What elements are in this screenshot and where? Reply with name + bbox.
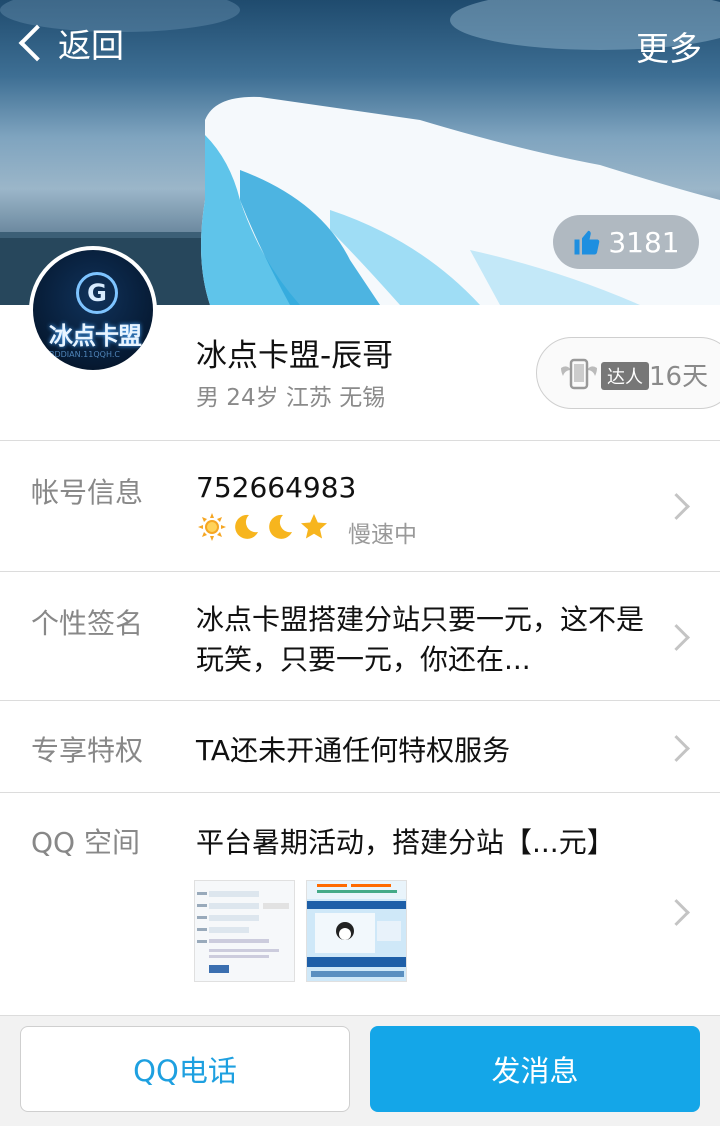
back-chevron-icon: [18, 24, 56, 62]
moon-icon: [269, 514, 292, 539]
account-info-label: 帐号信息: [31, 476, 144, 509]
like-count: 3181: [608, 225, 680, 259]
account-info-row[interactable]: 帐号信息: [0, 441, 720, 572]
more-button[interactable]: 更多: [636, 22, 702, 70]
talent-badge-button[interactable]: 达人 16天: [536, 337, 720, 409]
qq-call-button[interactable]: QQ电话: [20, 1026, 350, 1112]
winged-phone-icon: [561, 358, 597, 390]
chevron-right-icon: [663, 493, 690, 520]
avatar-text: 冰点卡盟: [49, 322, 142, 350]
send-message-button[interactable]: 发消息: [370, 1026, 700, 1112]
level-icons: [197, 512, 333, 542]
avatar-logo-letter: G: [76, 272, 118, 314]
profile-meta: 男 24岁 江苏 无锡: [196, 385, 386, 411]
top-bar: 返回 更多: [0, 0, 720, 86]
chevron-right-icon: [663, 735, 690, 762]
thumbs-up-icon: [574, 230, 600, 255]
qzone-photo-thumbnail[interactable]: [306, 880, 407, 982]
back-label: 返回: [58, 26, 124, 65]
privilege-label: 专享特权: [31, 734, 144, 767]
qzone-label: QQ 空间: [31, 826, 140, 859]
moon-icon: [235, 514, 258, 539]
qzone-post-text: 平台暑期活动，搭建分站【...元】: [196, 826, 615, 859]
back-button[interactable]: 返回: [14, 18, 124, 68]
privilege-text: TA还未开通任何特权服务: [196, 734, 511, 767]
signature-label: 个性签名: [31, 607, 144, 640]
like-button[interactable]: 3181: [553, 215, 699, 269]
avatar[interactable]: G 冰点卡盟 BDDIAN.11QQH.C: [29, 246, 157, 374]
chevron-right-icon: [663, 624, 690, 651]
sun-icon: [198, 513, 226, 541]
talent-days: 16天: [649, 362, 709, 392]
speed-status: 慢速中: [348, 522, 417, 548]
qzone-photo-thumbnail[interactable]: [194, 880, 295, 982]
nickname: 冰点卡盟-辰哥: [196, 338, 394, 374]
qq-number: 752664983: [196, 471, 357, 504]
chevron-right-icon: [663, 899, 690, 926]
talent-label: 达人: [601, 362, 649, 390]
star-icon: [301, 514, 327, 539]
signature-text: 冰点卡盟搭建分站只要一元，这不是玩笑，只要一元，你还在...: [196, 603, 645, 676]
avatar-url-text: BDDIAN.11QQH.C: [49, 350, 120, 359]
